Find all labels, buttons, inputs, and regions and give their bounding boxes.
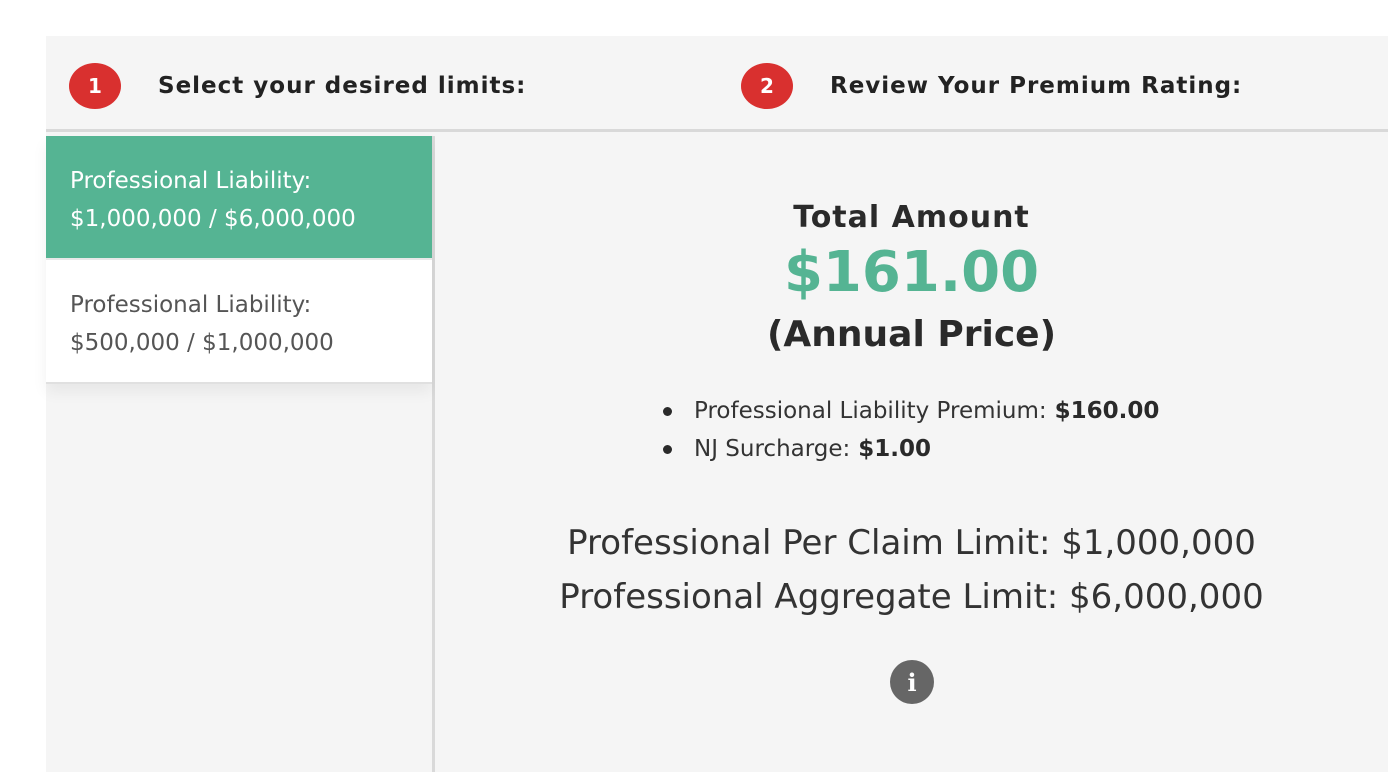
limit-option-title: Professional Liability:	[70, 168, 312, 194]
breakdown-item-nj-surcharge: NJ Surcharge: $1.00	[663, 430, 1159, 468]
limit-option-1m-6m[interactable]: Professional Liability: $1,000,000 / $6,…	[46, 136, 432, 260]
step-1-badge: 1	[69, 63, 121, 109]
price-period: (Annual Price)	[766, 314, 1057, 355]
breakdown-label: NJ Surcharge:	[694, 436, 851, 462]
limit-option-amounts: $500,000 / $1,000,000	[70, 330, 334, 356]
breakdown-value: $1.00	[858, 436, 932, 462]
limit-options-list: Professional Liability: $1,000,000 / $6,…	[46, 136, 432, 384]
limit-option-500k-1m[interactable]: Professional Liability: $500,000 / $1,00…	[46, 260, 432, 384]
total-amount-value: $161.00	[783, 240, 1040, 305]
quote-container: 1 Select your desired limits: 2 Review Y…	[46, 36, 1388, 772]
premium-breakdown: Professional Liability Premium: $160.00 …	[663, 392, 1159, 468]
step-2-label: Review Your Premium Rating:	[830, 73, 1243, 99]
aggregate-limit: Professional Aggregate Limit: $6,000,000	[559, 577, 1264, 617]
limit-option-amounts: $1,000,000 / $6,000,000	[70, 206, 356, 232]
step-1-label: Select your desired limits:	[158, 73, 527, 99]
breakdown-value: $160.00	[1054, 398, 1160, 424]
bullet-icon	[663, 406, 672, 416]
per-claim-limit: Professional Per Claim Limit: $1,000,000	[567, 523, 1256, 563]
steps-header: 1 Select your desired limits: 2 Review Y…	[46, 36, 1388, 132]
bullet-icon	[663, 444, 672, 454]
breakdown-item-liability-premium: Professional Liability Premium: $160.00	[663, 392, 1159, 430]
breakdown-label: Professional Liability Premium:	[694, 398, 1047, 424]
step-1: 1 Select your desired limits:	[69, 61, 526, 111]
step-2: 2 Review Your Premium Rating:	[741, 61, 1242, 111]
limit-option-title: Professional Liability:	[70, 292, 312, 318]
limits-sidebar: Professional Liability: $1,000,000 / $6,…	[46, 136, 435, 772]
premium-summary: Total Amount $161.00 (Annual Price) Prof…	[435, 136, 1388, 772]
step-2-badge: 2	[741, 63, 793, 109]
total-amount-title: Total Amount	[793, 200, 1030, 235]
limits-summary: Professional Per Claim Limit: $1,000,000…	[435, 516, 1388, 624]
info-icon[interactable]: i	[890, 660, 934, 704]
